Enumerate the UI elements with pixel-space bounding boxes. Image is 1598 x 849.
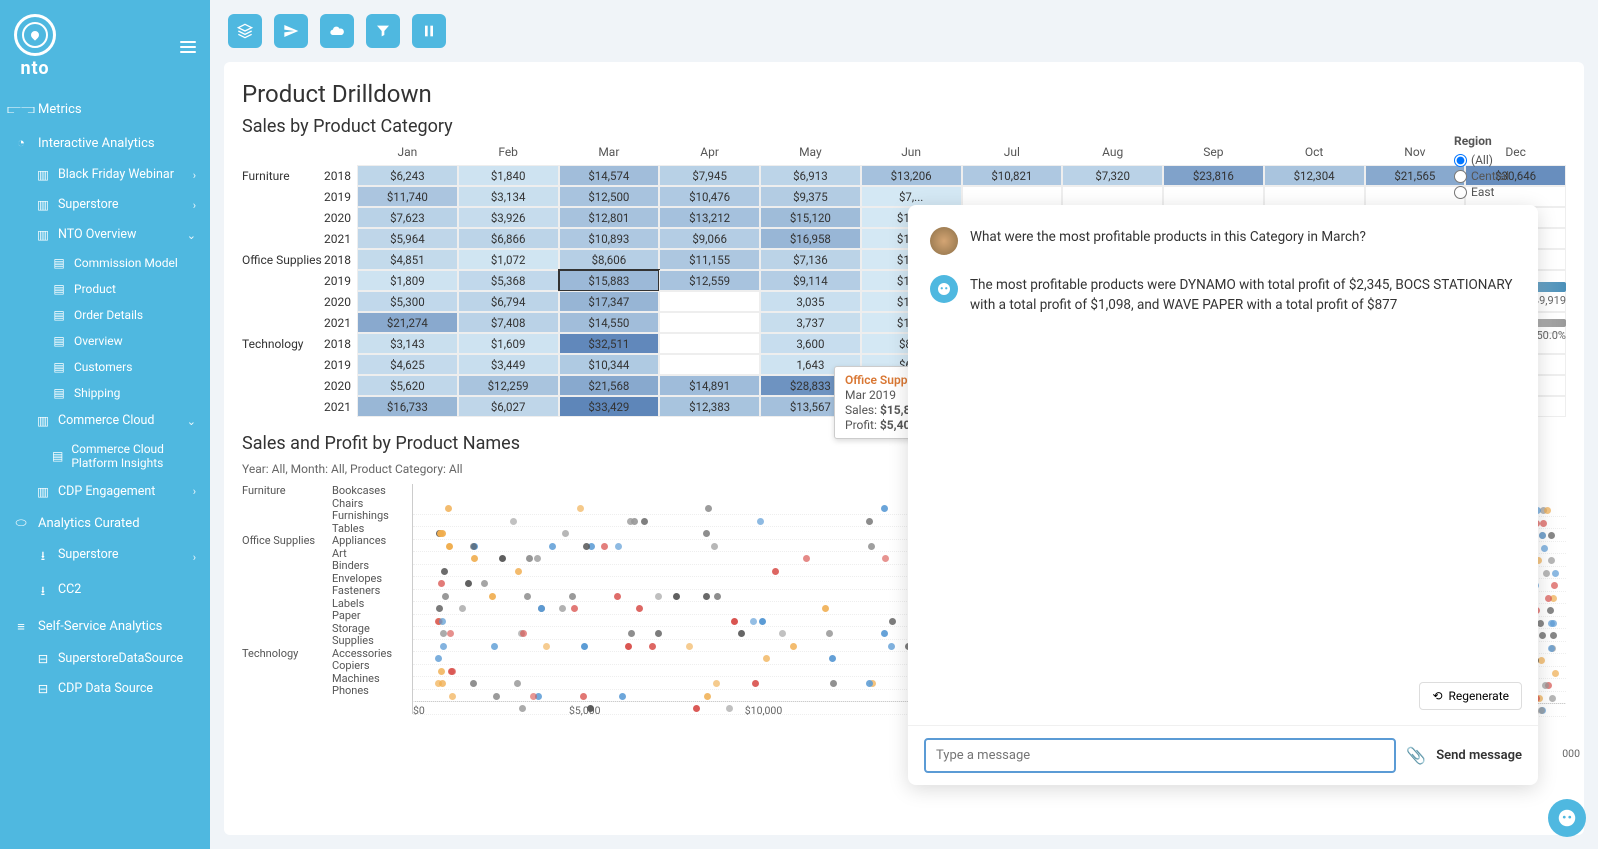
region-title: Region [1454, 134, 1564, 148]
chevron-right-icon: › [193, 169, 196, 182]
pie-chart-icon: ◔ [14, 135, 28, 151]
nav-commerce-cloud[interactable]: ▥Commerce Cloud⌄ [0, 406, 210, 436]
download-icon: ⭳ [36, 582, 50, 603]
nav-superstore2[interactable]: ⭳Superstore› [0, 540, 210, 575]
nav-black-friday[interactable]: ▥Black Friday Webinar› [0, 160, 210, 190]
nav-cc2[interactable]: ⭳CC2 [0, 575, 210, 610]
menu-toggle-icon[interactable] [180, 41, 196, 53]
nav-superstore[interactable]: ▥Superstore› [0, 190, 210, 220]
nav-product[interactable]: ▤Product [0, 276, 210, 302]
chat-user-message: What were the most profitable products i… [930, 227, 1516, 255]
chevron-right-icon: › [193, 485, 196, 498]
dashboard-icon: ▥ [36, 413, 50, 429]
logo: nto [14, 14, 56, 79]
chat-bot-message: The most profitable products were DYNAMO… [930, 275, 1516, 316]
nav-customers[interactable]: ▤Customers [0, 354, 210, 380]
pause-button[interactable] [412, 14, 446, 48]
region-east[interactable]: East [1454, 184, 1564, 200]
chat-panel: What were the most profitable products i… [908, 205, 1538, 785]
page-title: Product Drilldown [242, 80, 1566, 108]
chart-icon: ▤ [52, 282, 66, 296]
cube-button[interactable] [228, 14, 262, 48]
chart-icon: ▤ [52, 256, 66, 270]
cloud-button[interactable] [320, 14, 354, 48]
nav-cdp-engagement[interactable]: ▥CDP Engagement› [0, 477, 210, 507]
download-icon: ⭳ [36, 547, 50, 568]
nav-superstore-ds[interactable]: ⊟SuperstoreDataSource [0, 644, 210, 674]
datasource-icon: ⊟ [36, 651, 50, 667]
database-icon: ≡ [14, 619, 28, 635]
analytics-icon: ⬭ [14, 516, 28, 531]
filter-button[interactable] [366, 14, 400, 48]
attachment-icon[interactable]: 📎 [1406, 746, 1426, 765]
nav-cdp-ds[interactable]: ⊟CDP Data Source [0, 674, 210, 704]
section-title-1: Sales by Product Category [242, 116, 1566, 137]
chat-input[interactable] [924, 738, 1396, 773]
nav-self-service[interactable]: ≡Self-Service Analytics [0, 610, 210, 644]
dashboard-icon: ▥ [36, 167, 50, 183]
bar-chart-icon: ⫍⫎ [14, 102, 28, 117]
dashboard-icon: ▥ [36, 484, 50, 500]
regenerate-button[interactable]: ⟲Regenerate [1419, 682, 1522, 710]
sidebar: nto ⫍⫎Metrics ◔Interactive Analytics ▥Bl… [0, 0, 210, 849]
chevron-down-icon: ⌄ [187, 229, 196, 242]
chart-icon: ▤ [52, 308, 66, 322]
send-button[interactable] [274, 14, 308, 48]
chart-icon: ▤ [52, 449, 63, 463]
datasource-icon: ⊟ [36, 681, 50, 697]
nav-nto-overview[interactable]: ▥NTO Overview⌄ [0, 220, 210, 250]
region-filter: Region (All) Central East [1454, 134, 1564, 200]
chat-fab-button[interactable] [1548, 799, 1586, 837]
dashboard-icon: ▥ [36, 197, 50, 213]
dashboard-icon: ▥ [36, 227, 50, 243]
nav-order-details[interactable]: ▤Order Details [0, 302, 210, 328]
refresh-icon: ⟲ [1432, 689, 1442, 703]
chevron-down-icon: ⌄ [187, 415, 196, 428]
axis-tick: 000 [1562, 747, 1580, 760]
user-avatar-icon [930, 227, 958, 255]
chevron-right-icon: › [193, 551, 196, 564]
nav-cc-insights[interactable]: ▤Commerce Cloud Platform Insights [0, 436, 210, 477]
chart-icon: ▤ [52, 386, 66, 400]
region-central[interactable]: Central [1454, 168, 1564, 184]
chevron-right-icon: › [193, 199, 196, 212]
toolbar [210, 0, 1598, 62]
nav-interactive-analytics[interactable]: ◔Interactive Analytics [0, 126, 210, 160]
nav-overview[interactable]: ▤Overview [0, 328, 210, 354]
send-message-button[interactable]: Send message [1436, 748, 1522, 763]
nav-metrics[interactable]: ⫍⫎Metrics [0, 93, 210, 126]
chart-icon: ▤ [52, 360, 66, 374]
chart-icon: ▤ [52, 334, 66, 348]
bot-avatar-icon [930, 275, 958, 303]
nav-shipping[interactable]: ▤Shipping [0, 380, 210, 406]
region-all[interactable]: (All) [1454, 152, 1564, 168]
nav-commission-model[interactable]: ▤Commission Model [0, 250, 210, 276]
nav-analytics-curated[interactable]: ⬭Analytics Curated [0, 507, 210, 540]
